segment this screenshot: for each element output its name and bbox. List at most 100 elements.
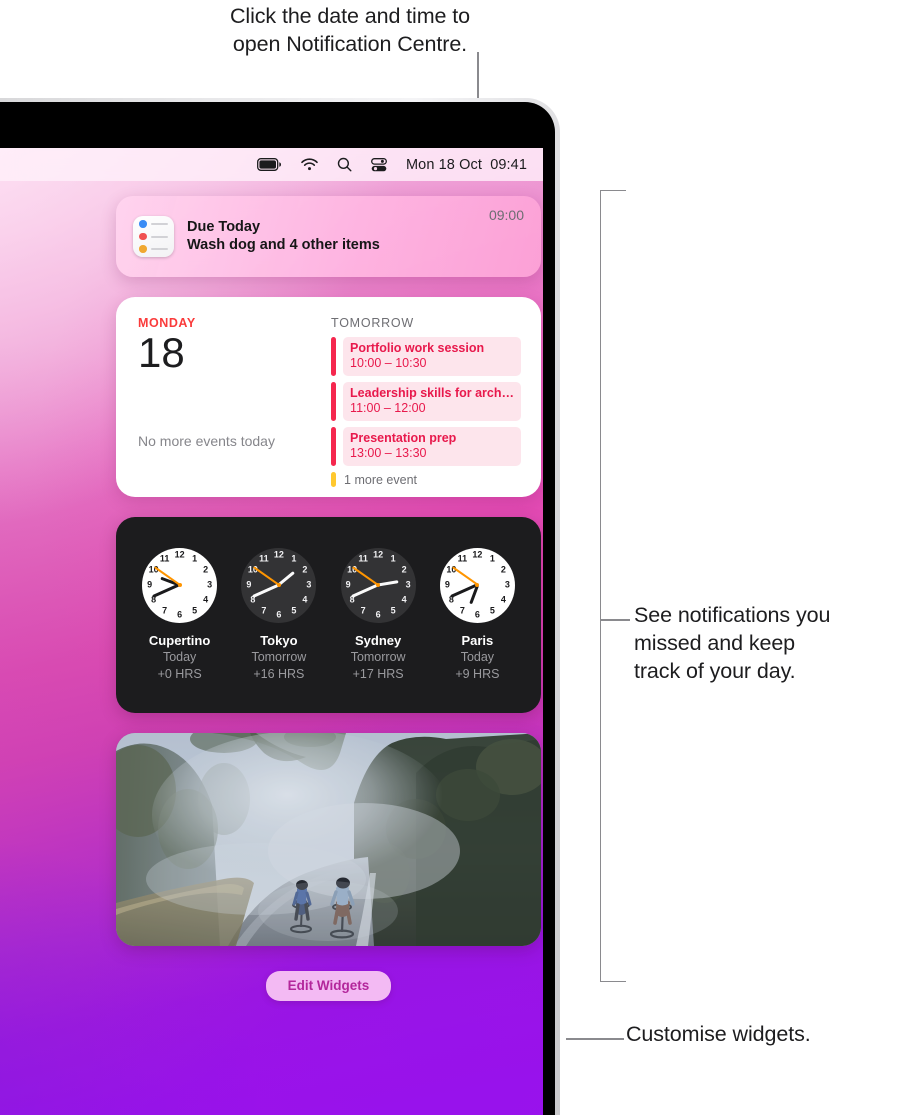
clock-offset: +9 HRS (455, 666, 500, 681)
clock-numeral: 7 (261, 605, 267, 616)
photos-widget[interactable] (116, 733, 541, 946)
notification-banner-due-today[interactable]: Due Today Wash dog and 4 other items 09:… (116, 196, 541, 277)
world-clock-item: 12 1 2 3 4 5 6 7 8 9 10 11 Sydney Tomorrow +17 HRS (332, 547, 424, 683)
edit-widgets-button[interactable]: Edit Widgets (265, 971, 392, 1001)
clock-numeral: 5 (291, 605, 297, 616)
search-icon[interactable] (337, 157, 352, 172)
calendar-more-events-bar (331, 472, 337, 487)
clock-offset: +16 HRS (253, 666, 305, 681)
clock-second-hand (253, 566, 280, 586)
clock-face: 12 1 2 3 4 5 6 7 8 9 10 11 (241, 547, 317, 623)
clock-centre-pin (276, 583, 281, 587)
world-clock-item: 12 1 2 3 4 5 6 7 8 9 10 11 Paris Today +9 HRS (431, 547, 523, 683)
notification-body: Wash dog and 4 other items (187, 237, 380, 253)
calendar-no-more-events: No more events today (138, 433, 275, 449)
clock-city-name: Tokyo (260, 632, 298, 648)
leader-line-bracket-tick (600, 619, 630, 621)
calendar-more-events-row[interactable]: 1 more event (331, 472, 521, 487)
laptop-device: Mon 18 Oct 09:41 Due Today Wash dog and … (0, 98, 560, 1115)
control-centre-icon[interactable] (371, 157, 387, 172)
clock-face: 12 1 2 3 4 5 6 7 8 9 10 11 (142, 547, 218, 623)
clock-numeral: 6 (177, 609, 183, 620)
world-clock-item: 12 1 2 3 4 5 6 7 8 9 10 11 Tokyo Tomorrow +16 HRS (233, 547, 325, 683)
clock-numeral: 5 (390, 605, 396, 616)
calendar-event-name: Portfolio work session (350, 341, 485, 355)
calendar-event-time: 10:00 – 10:30 (350, 356, 427, 370)
world-clock-item: 12 1 2 3 4 5 6 7 8 9 10 11 Cupertino Today +0 HRS (134, 547, 226, 683)
clock-second-hand (352, 566, 379, 586)
calendar-event-name: Presentation prep (350, 431, 457, 445)
clock-numeral: 2 (302, 564, 308, 575)
callout-top-text: Click the date and time to open Notifica… (230, 4, 470, 56)
clock-numeral: 6 (474, 609, 480, 620)
clock-numeral: 5 (489, 605, 495, 616)
menu-bar: Mon 18 Oct 09:41 (0, 148, 543, 181)
clock-numeral: 1 (291, 553, 297, 564)
clock-numeral: 6 (276, 609, 282, 620)
battery-icon[interactable] (257, 158, 282, 171)
clock-numeral: 7 (162, 605, 168, 616)
calendar-weekday: MONDAY (138, 316, 196, 330)
calendar-widget[interactable]: MONDAY 18 No more events today TOMORROW … (116, 297, 541, 497)
clock-numeral: 9 (444, 579, 450, 590)
calendar-event-time: 13:00 – 13:30 (350, 446, 427, 460)
clock-numeral: 4 (302, 594, 308, 605)
clock-numeral: 3 (207, 579, 213, 590)
bracket-widgets-region (600, 190, 626, 982)
clock-numeral: 11 (259, 553, 269, 564)
clock-face: 12 1 2 3 4 5 6 7 8 9 10 11 (439, 547, 515, 623)
clock-minute-hand (351, 583, 379, 598)
calendar-section-label: TOMORROW (331, 316, 414, 330)
calendar-today-column: MONDAY 18 No more events today (138, 316, 313, 481)
world-clock-widget[interactable]: 12 1 2 3 4 5 6 7 8 9 10 11 Cupertino Today +0 HRS 12 1 2 3… (116, 517, 541, 713)
leader-line-customise (566, 1038, 624, 1040)
callout-customise-text: Customise widgets. (626, 1022, 811, 1046)
reminders-app-icon (133, 216, 174, 257)
clock-numeral: 2 (203, 564, 209, 575)
clock-offset: +0 HRS (157, 666, 202, 681)
calendar-more-events-label: 1 more event (344, 472, 418, 487)
clock-relative-day: Tomorrow (350, 649, 406, 664)
calendar-event-name: Leadership skills for arch… (350, 386, 514, 400)
photo-cyclists-on-misty-road (116, 733, 541, 946)
clock-relative-day: Today (162, 649, 197, 664)
clock-numeral: 5 (192, 605, 198, 616)
clock-second-hand (451, 566, 478, 586)
clock-relative-day: Tomorrow (251, 649, 307, 664)
notification-time: 09:00 (488, 207, 524, 223)
clock-numeral: 2 (401, 564, 407, 575)
calendar-event-row[interactable]: Portfolio work session 10:00 – 10:30 (331, 337, 521, 376)
clock-numeral: 3 (504, 579, 510, 590)
clock-numeral: 1 (390, 553, 396, 564)
clock-centre-pin (376, 583, 381, 587)
calendar-date-number: 18 (138, 329, 185, 376)
calendar-event-time: 11:00 – 12:00 (350, 401, 426, 415)
clock-numeral: 12 (174, 549, 185, 560)
clock-numeral: 12 (273, 549, 284, 560)
clock-numeral: 12 (373, 549, 384, 560)
clock-numeral: 4 (500, 594, 506, 605)
calendar-event-row[interactable]: Leadership skills for arch… 11:00 – 12:00 (331, 382, 521, 421)
clock-numeral: 12 (472, 549, 483, 560)
clock-numeral: 2 (500, 564, 506, 575)
menu-bar-clock[interactable]: Mon 18 Oct 09:41 (406, 157, 527, 173)
clock-numeral: 11 (159, 553, 170, 564)
clock-numeral: 3 (306, 579, 312, 590)
clock-numeral: 7 (360, 605, 366, 616)
clock-numeral: 11 (457, 553, 468, 564)
clock-city-name: Cupertino (148, 632, 211, 648)
notification-text-block: Due Today Wash dog and 4 other items (187, 218, 476, 255)
calendar-event-row[interactable]: Presentation prep 13:00 – 13:30 (331, 427, 521, 466)
calendar-event-accent-bar (331, 427, 337, 466)
calendar-event-accent-bar (331, 382, 337, 421)
clock-numeral: 11 (358, 553, 368, 564)
clock-offset: +17 HRS (352, 666, 404, 681)
notification-title: Due Today (187, 219, 261, 235)
calendar-event-body: Presentation prep 13:00 – 13:30 (343, 427, 521, 466)
clock-minute-hand (152, 583, 181, 598)
calendar-tomorrow-column: TOMORROW Portfolio work session 10:00 – 1… (313, 316, 521, 487)
clock-numeral: 4 (203, 594, 209, 605)
wifi-icon[interactable] (301, 158, 318, 171)
notification-centre-panel: Due Today Wash dog and 4 other items 09:… (116, 196, 541, 1001)
clock-hour-hand (377, 580, 399, 587)
